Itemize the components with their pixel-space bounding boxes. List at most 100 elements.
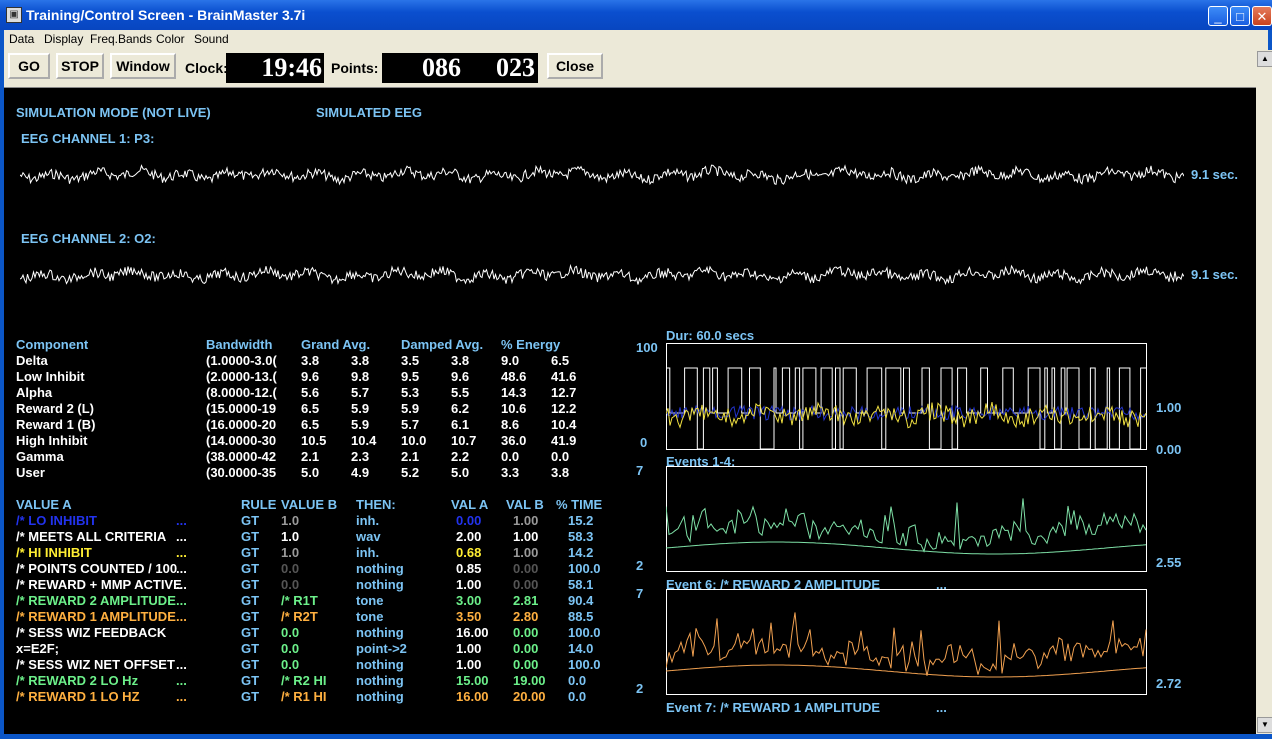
component-e2: 6.5	[551, 353, 570, 368]
col-value-a: VALUE A	[16, 497, 72, 512]
rule-then: tone	[356, 593, 384, 608]
rule-va: 1.00	[456, 657, 482, 672]
rule-va: 1.00	[456, 641, 482, 656]
rule-va: 1.00	[456, 577, 482, 592]
eeg-waveform	[20, 263, 1184, 286]
component-band: (2.0000-13.(	[206, 369, 277, 384]
component-e2: 41.9	[551, 433, 577, 448]
maximize-button[interactable]: □	[1230, 6, 1250, 26]
top-chart-right-a: 1.00	[1156, 400, 1182, 415]
top-chart-ymax: 100	[636, 340, 658, 355]
stop-button[interactable]: STOP	[56, 53, 104, 79]
simulation-mode-label: SIMULATION MODE (NOT LIVE)	[16, 105, 211, 120]
component-ga1: 2.1	[301, 449, 320, 464]
rule-dots: ...	[176, 609, 187, 624]
rule-va: 0.85	[456, 561, 482, 576]
bot-chart-right: 2.72	[1156, 676, 1182, 691]
rule-dots: ...	[176, 577, 187, 592]
rule-then: point->2	[356, 641, 407, 656]
rule-b: 0.0	[281, 577, 300, 592]
col-val-b: VAL B	[506, 497, 544, 512]
minimize-button[interactable]: _	[1208, 6, 1228, 26]
component-e2: 0.0	[551, 449, 570, 464]
rule-pt: 15.2	[568, 513, 594, 528]
rule-then: nothing	[356, 673, 404, 688]
rule-then: nothing	[356, 689, 404, 704]
rule-vb: 1.00	[513, 545, 539, 560]
component-da2: 10.7	[451, 433, 477, 448]
rule-rule: GT	[241, 577, 260, 592]
component-ga1: 5.0	[301, 465, 320, 480]
scroll-up-arrow-icon[interactable]: ▲	[1257, 51, 1272, 67]
rule-a: /* MEETS ALL CRITERIA	[16, 529, 167, 544]
component-da1: 10.0	[401, 433, 427, 448]
component-da2: 6.1	[451, 417, 470, 432]
go-button[interactable]: GO	[8, 53, 50, 79]
component-name: High Inhibit	[16, 433, 88, 448]
rule-then: tone	[356, 609, 384, 624]
col-energy: % Energy	[501, 337, 561, 352]
menu-freq-bands[interactable]: Freq.Bands	[90, 32, 152, 46]
menu-color[interactable]: Color	[156, 32, 185, 46]
component-da2: 2.2	[451, 449, 470, 464]
col-then: THEN:	[356, 497, 396, 512]
rule-a: /* REWARD 2 LO Hz	[16, 673, 139, 688]
rule-then: inh.	[356, 513, 380, 528]
component-name: Reward 2 (L)	[16, 401, 95, 416]
col-rule: RULE	[241, 497, 277, 512]
component-ga2: 5.9	[351, 417, 370, 432]
component-ga2: 3.8	[351, 353, 370, 368]
window-button[interactable]: Window	[110, 53, 176, 79]
close-button[interactable]: Close	[547, 53, 603, 79]
menu-display[interactable]: Display	[44, 32, 83, 46]
rule-vb: 19.00	[513, 673, 546, 688]
menu-sound[interactable]: Sound	[194, 32, 229, 46]
scroll-down-arrow-icon[interactable]: ▼	[1257, 717, 1272, 733]
component-ga1: 9.6	[301, 369, 320, 384]
rule-va: 2.00	[456, 529, 482, 544]
eeg-channel-2-label: EEG CHANNEL 2: O2:	[21, 231, 156, 246]
component-band: (16.0000-20	[206, 417, 277, 432]
component-band: (30.0000-35	[206, 465, 277, 480]
component-e1: 10.6	[501, 401, 527, 416]
rule-va: 15.00	[456, 673, 489, 688]
component-da1: 2.1	[401, 449, 420, 464]
component-ga2: 5.9	[351, 401, 370, 416]
menu-bar: Data Display Freq.Bands Color Sound	[4, 30, 1268, 49]
component-da2: 5.5	[451, 385, 470, 400]
rule-b: /* R2 HI	[281, 673, 327, 688]
eeg-channel-2-trace	[20, 263, 1184, 286]
simulated-eeg-label: SIMULATED EEG	[316, 105, 422, 120]
menu-data[interactable]: Data	[9, 32, 34, 46]
rule-vb: 1.00	[513, 513, 539, 528]
rule-a: /* REWARD + MMP ACTIVE	[16, 577, 182, 592]
rule-pt: 100.0	[568, 561, 601, 576]
component-ga2: 5.7	[351, 385, 370, 400]
col-pct-time: % TIME	[556, 497, 603, 512]
vertical-scrollbar[interactable]: ▲ ▼	[1256, 50, 1272, 734]
rule-then: inh.	[356, 545, 380, 560]
rule-dots: ...	[176, 545, 187, 560]
rule-rule: GT	[241, 561, 260, 576]
rule-then: nothing	[356, 561, 404, 576]
rule-pt: 14.0	[568, 641, 594, 656]
component-ga1: 3.8	[301, 353, 320, 368]
rule-a: x=E2F;	[16, 641, 59, 656]
component-e1: 14.3	[501, 385, 527, 400]
title-bar[interactable]: ▣ Training/Control Screen - BrainMaster …	[0, 0, 1272, 30]
rule-b: 0.0	[281, 625, 300, 640]
close-window-button[interactable]: ✕	[1252, 6, 1272, 26]
component-e2: 10.4	[551, 417, 577, 432]
component-band: (14.0000-30	[206, 433, 277, 448]
rule-b: /* R2T	[281, 609, 318, 624]
rule-a: /* SESS WIZ FEEDBACK	[16, 625, 167, 640]
rule-rule: GT	[241, 593, 260, 608]
component-da1: 5.7	[401, 417, 420, 432]
rule-rule: GT	[241, 545, 260, 560]
rule-rule: GT	[241, 689, 260, 704]
component-da1: 5.9	[401, 401, 420, 416]
chart-frame	[666, 589, 1147, 695]
rule-vb: 0.00	[513, 577, 539, 592]
rule-rule: GT	[241, 657, 260, 672]
component-da2: 5.0	[451, 465, 470, 480]
